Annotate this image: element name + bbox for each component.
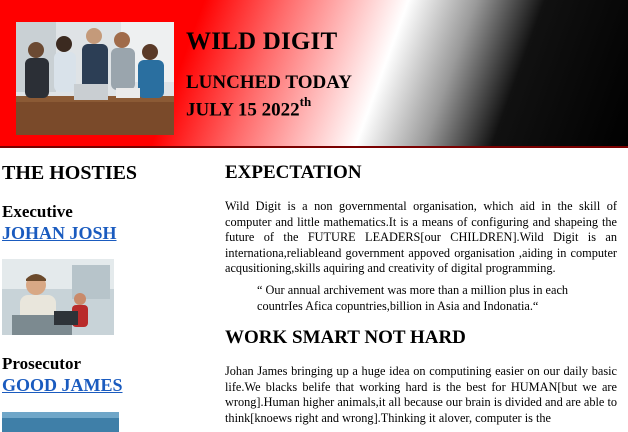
- host-role: Prosecutor: [2, 354, 81, 373]
- man-at-laptop-photo: [2, 259, 114, 335]
- work-smart-paragraph: Johan James bringing up a huge idea on c…: [225, 364, 618, 425]
- site-title: WILD DIGIT: [186, 28, 338, 55]
- host-role: Executive: [2, 202, 73, 221]
- hosts-title: THE HOSTIES: [2, 162, 138, 184]
- launch-heading: LUNCHED TODAY: [186, 72, 352, 93]
- expectation-paragraph: Wild Digit is a non governmental organis…: [225, 199, 617, 275]
- launch-date: JULY 15 2022th: [186, 94, 312, 121]
- team-meeting-photo: [16, 22, 174, 135]
- work-smart-heading: WORK SMART NOT HARD: [225, 327, 466, 348]
- host-link-johan-josh[interactable]: JOHAN JOSH: [2, 223, 117, 244]
- launch-date-suffix: th: [299, 94, 312, 109]
- host-photo: [2, 412, 119, 432]
- launch-date-text: JULY 15 2022: [186, 99, 300, 121]
- expectation-heading: EXPECTATION: [225, 162, 362, 183]
- site-header: WILD DIGIT LUNCHED TODAY JULY 15 2022th: [0, 0, 628, 148]
- host-link-good-james[interactable]: GOOD JAMES: [2, 375, 123, 396]
- annual-achievement-quote: “ Our annual archivement was more than a…: [257, 283, 569, 313]
